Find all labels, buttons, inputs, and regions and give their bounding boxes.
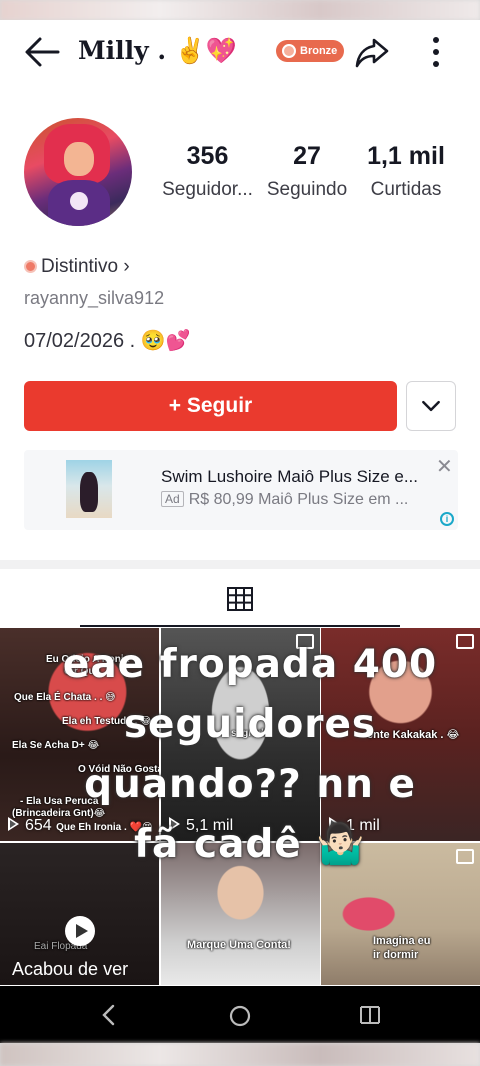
top-bar: Milly . ✌️💖 Bronze (0, 20, 480, 84)
likes-count: 1,1 mil (367, 142, 445, 170)
photo-icon (456, 849, 474, 864)
video-caption: Marque Uma Conta! (187, 939, 291, 951)
followers-stat[interactable]: 356 Seguidor... (159, 142, 256, 201)
screen-bottom-edge (0, 1043, 480, 1066)
following-count: 27 (293, 142, 321, 170)
avatar[interactable] (24, 118, 132, 226)
profile-title: Milly . ✌️💖 (78, 36, 238, 65)
likes-label: Curtidas (370, 179, 442, 200)
photo-icon (456, 634, 474, 649)
avatar-shirt-logo (70, 192, 88, 210)
ad-price-text: R$ 80,99 Maiô Plus Size em ... (188, 491, 409, 508)
bio-text: 07/02/2026 . 🥹💕 (24, 330, 191, 352)
ad-title[interactable]: Swim Lushoire Maiô Plus Size e... (161, 467, 418, 487)
info-icon[interactable]: i (440, 512, 454, 526)
nav-home-icon[interactable] (228, 1004, 252, 1028)
back-arrow-icon[interactable] (22, 34, 62, 70)
nav-recents-icon[interactable] (358, 1004, 382, 1026)
more-options-icon[interactable] (424, 34, 448, 70)
view-count-value: 654 (25, 817, 52, 834)
ad-subtitle[interactable]: Ad R$ 80,99 Maiô Plus Size em ... (161, 491, 408, 509)
followers-label: Seguidor... (162, 179, 253, 200)
badge-label: Bronze (300, 45, 338, 57)
share-icon[interactable] (354, 34, 390, 70)
distintivo-label: Distintivo › (41, 256, 130, 277)
likes-stat[interactable]: 1,1 mil Curtidas (364, 142, 448, 201)
following-label: Seguindo (266, 179, 348, 200)
sponsored-ad[interactable]: Swim Lushoire Maiô Plus Size e... Ad R$ 8… (24, 450, 458, 530)
suggestions-dropdown-button[interactable] (406, 381, 456, 431)
followers-count: 356 (186, 142, 229, 170)
following-stat[interactable]: 27 Seguindo (262, 142, 352, 201)
play-circle-icon (65, 916, 95, 946)
ad-thumbnail-figure (80, 472, 98, 512)
username-handle: rayanny_silva912 (24, 288, 165, 308)
distintivo-icon (24, 260, 37, 273)
play-icon (8, 817, 19, 831)
distintivo-link[interactable]: Distintivo › (24, 256, 130, 278)
system-nav-bar (0, 986, 480, 1043)
close-icon[interactable]: ✕ (436, 454, 453, 479)
badge-icon (282, 44, 296, 58)
video-caption: ir dormir (373, 949, 419, 961)
nav-back-icon[interactable] (98, 1003, 120, 1027)
chevron-down-icon (422, 400, 440, 412)
screen-top-edge (0, 0, 480, 20)
video-caption: Imagina eu (373, 935, 431, 947)
bronze-badge[interactable]: Bronze (276, 40, 345, 62)
ad-tag: Ad (161, 491, 184, 507)
recently-watched-label: Acabou de ver (12, 959, 129, 979)
follow-button[interactable]: + Seguir (24, 381, 397, 431)
profile-screen: Milly . ✌️💖 Bronze 356 Seguidor... 27 Se… (0, 20, 480, 1043)
section-divider (0, 560, 480, 569)
overlay-caption-text: eae fropada 400 seguidores quando?? nn e… (62, 642, 438, 867)
active-tab-indicator (80, 625, 400, 627)
videos-grid-tab-icon[interactable] (226, 586, 254, 612)
ad-thumbnail[interactable] (66, 460, 112, 518)
avatar-face (64, 142, 94, 176)
